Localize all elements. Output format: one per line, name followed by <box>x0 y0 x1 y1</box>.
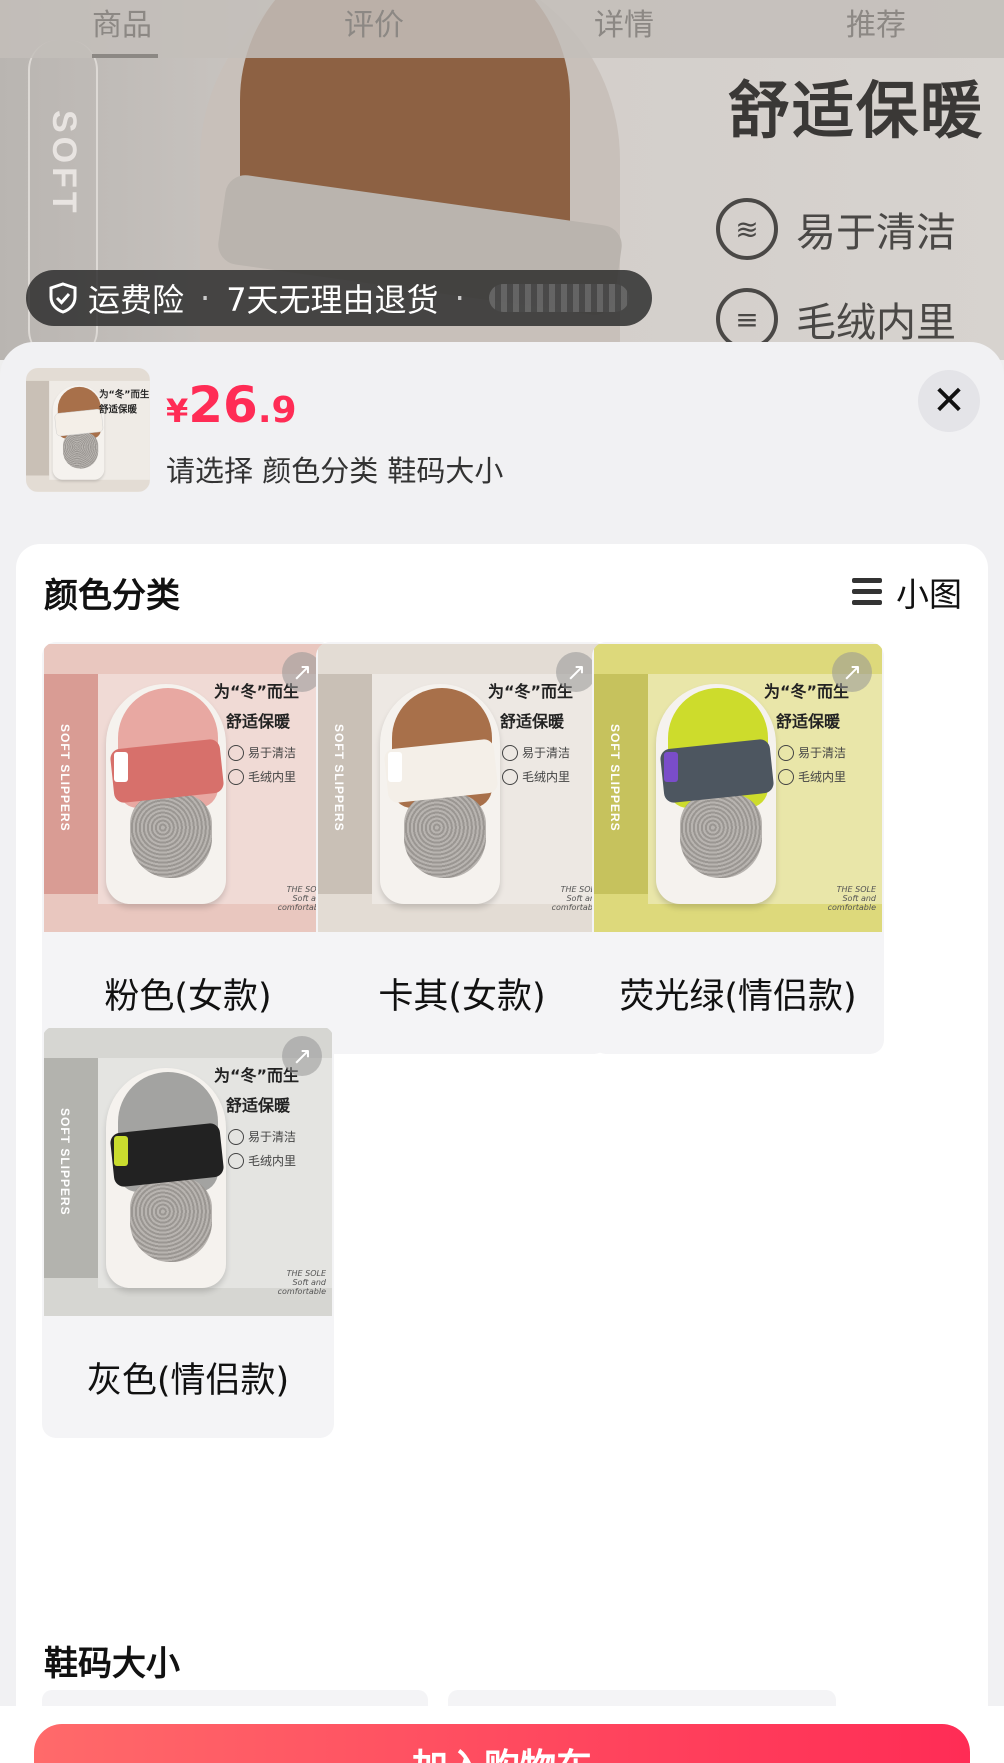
background-title: 舒适保暖 <box>728 74 985 147</box>
box-subtitle: 舒适保暖 <box>226 1096 291 1115</box>
options-card: 颜色分类 小图 SOFT SLIPPERS 为“冬”而生 舒适保暖 易于清洁 毛… <box>16 544 988 1763</box>
size-section-title: 鞋码大小 <box>44 1644 180 1684</box>
background-tab-indicator <box>92 54 158 58</box>
fleece-icon <box>228 1152 244 1169</box>
box-side-text: SOFT SLIPPERS <box>58 724 72 832</box>
box-side-text: SOFT SLIPPERS <box>58 1108 72 1216</box>
fleece-icon <box>778 768 794 785</box>
expand-icon[interactable]: ↗ <box>282 1036 322 1076</box>
box-feature-fleece: 毛绒内里 <box>228 1152 296 1169</box>
color-option-4[interactable]: SOFT SLIPPERS 为“冬”而生 舒适保暖 易于清洁 毛绒内里 THE … <box>42 1026 334 1438</box>
sku-selector-sheet: 为“冬”而生 舒适保暖 ¥26.9 请选择 颜色分类 鞋码大小 ✕ 颜色分类 小… <box>0 342 1004 1763</box>
wash-icon: ≋ <box>716 198 778 260</box>
shoe-tag <box>388 752 402 782</box>
thumbnail-shoe-strap <box>54 408 104 437</box>
color-option-label: 灰色(情侣款) <box>86 1360 290 1401</box>
background-feature-clean: ≋ 易于清洁 <box>716 198 956 260</box>
shoe-fur-lining <box>130 1178 212 1262</box>
background-tab-recommend: 推荐 <box>846 8 906 43</box>
color-option-image: SOFT SLIPPERS 为“冬”而生 舒适保暖 易于清洁 毛绒内里 THE … <box>594 644 882 932</box>
fleece-icon <box>228 768 244 785</box>
box-sole-text: THE SOLE Soft and comfortable <box>551 885 600 912</box>
color-option-3[interactable]: SOFT SLIPPERS 为“冬”而生 舒适保暖 易于清洁 毛绒内里 THE … <box>592 642 884 1054</box>
view-toggle-label: 小图 <box>896 575 962 614</box>
background-nav-bar: 商品 评价 详情 推荐 <box>0 0 1004 58</box>
color-option-label: 荧光绿(情侣款) <box>619 976 857 1017</box>
service-obscured-text <box>488 284 629 312</box>
box-side-text: SOFT SLIPPERS <box>608 724 622 832</box>
view-toggle-button[interactable]: 小图 <box>852 568 962 616</box>
color-section-title: 颜色分类 <box>44 576 180 616</box>
background-product-page: SOFT 商品 评价 详情 推荐 舒适保暖 ≋ 易于清洁 ≡ 毛绒内里 运费险 … <box>0 0 1004 360</box>
price: ¥26.9 <box>166 376 297 434</box>
add-to-cart-button[interactable]: 加入购物车 <box>34 1724 970 1763</box>
price-integer: 26 <box>188 376 258 434</box>
box-side: SOFT SLIPPERS <box>318 674 372 894</box>
fleece-icon <box>502 768 518 785</box>
color-option-image: SOFT SLIPPERS 为“冬”而生 舒适保暖 易于清洁 毛绒内里 THE … <box>318 644 606 932</box>
color-option-label: 卡其(女款) <box>378 976 546 1017</box>
wash-icon <box>228 744 244 761</box>
selected-product-thumbnail[interactable]: 为“冬”而生 舒适保暖 <box>26 368 150 492</box>
box-feature-fleece: 毛绒内里 <box>778 768 846 785</box>
shoe-fur-lining <box>404 794 486 878</box>
shield-check-icon <box>49 282 77 314</box>
box-side-text: SOFT SLIPPERS <box>332 724 346 832</box>
box-subtitle: 舒适保暖 <box>500 712 565 731</box>
expand-icon[interactable]: ↗ <box>832 652 872 692</box>
shoe-fur-lining <box>130 794 212 878</box>
wash-icon <box>502 744 518 761</box>
box-side: SOFT SLIPPERS <box>44 1058 98 1278</box>
shoe-fur-lining <box>680 794 762 878</box>
color-option-2[interactable]: SOFT SLIPPERS 为“冬”而生 舒适保暖 易于清洁 毛绒内里 THE … <box>316 642 608 1054</box>
wash-icon <box>228 1128 244 1145</box>
box-sole-text: THE SOLE Soft and comfortable <box>827 885 876 912</box>
selection-prompt: 请选择 颜色分类 鞋码大小 <box>166 454 504 488</box>
box-subtitle: 舒适保暖 <box>226 712 291 731</box>
shoe-tag <box>664 752 678 782</box>
box-feature-fleece: 毛绒内里 <box>228 768 296 785</box>
background-feature-fleece: ≡ 毛绒内里 <box>716 288 956 350</box>
box-feature-clean: 易于清洁 <box>228 1128 296 1145</box>
service-7day-return: 7天无理由退货 <box>226 281 439 319</box>
list-icon <box>852 578 882 606</box>
thumbnail-box-side <box>26 380 50 476</box>
box-feature-fleece: 毛绒内里 <box>502 768 570 785</box>
box-feature-clean: 易于清洁 <box>228 744 296 761</box>
wash-icon <box>778 744 794 761</box>
color-option-1[interactable]: SOFT SLIPPERS 为“冬”而生 舒适保暖 易于清洁 毛绒内里 THE … <box>42 642 334 1054</box>
box-side: SOFT SLIPPERS <box>44 674 98 894</box>
close-icon: ✕ <box>932 378 966 424</box>
thumbnail-sub: 舒适保暖 <box>99 404 137 415</box>
service-separator: · <box>200 279 211 317</box>
thumbnail-headline: 为“冬”而生 <box>99 389 150 401</box>
color-option-image: SOFT SLIPPERS 为“冬”而生 舒适保暖 易于清洁 毛绒内里 THE … <box>44 1028 332 1316</box>
thumbnail-shoe-fur <box>62 432 99 469</box>
box-feature-clean: 易于清洁 <box>778 744 846 761</box>
service-freight-insurance: 运费险 <box>88 281 185 319</box>
shoe-tag <box>114 752 128 782</box>
background-side-text: SOFT <box>45 110 83 217</box>
service-separator: · <box>454 279 465 317</box>
box-side: SOFT SLIPPERS <box>594 674 648 894</box>
background-tab-goods: 商品 <box>92 8 152 43</box>
box-sole-text: THE SOLE Soft and comfortable <box>277 1269 326 1296</box>
box-feature-clean: 易于清洁 <box>502 744 570 761</box>
box-subtitle: 舒适保暖 <box>776 712 841 731</box>
color-option-image: SOFT SLIPPERS 为“冬”而生 舒适保暖 易于清洁 毛绒内里 THE … <box>44 644 332 932</box>
close-button[interactable]: ✕ <box>918 370 980 432</box>
service-guarantee-pill[interactable]: 运费险 · 7天无理由退货 · <box>26 270 652 326</box>
thumbnail-art: 为“冬”而生 舒适保暖 <box>26 368 150 492</box>
price-decimal: .9 <box>257 390 297 431</box>
shoe-tag <box>114 1136 128 1166</box>
background-tab-details: 详情 <box>594 8 654 43</box>
expand-icon[interactable]: ↗ <box>556 652 596 692</box>
fleece-icon: ≡ <box>716 288 778 350</box>
price-currency: ¥ <box>166 392 189 430</box>
background-tab-reviews: 评价 <box>344 8 404 43</box>
